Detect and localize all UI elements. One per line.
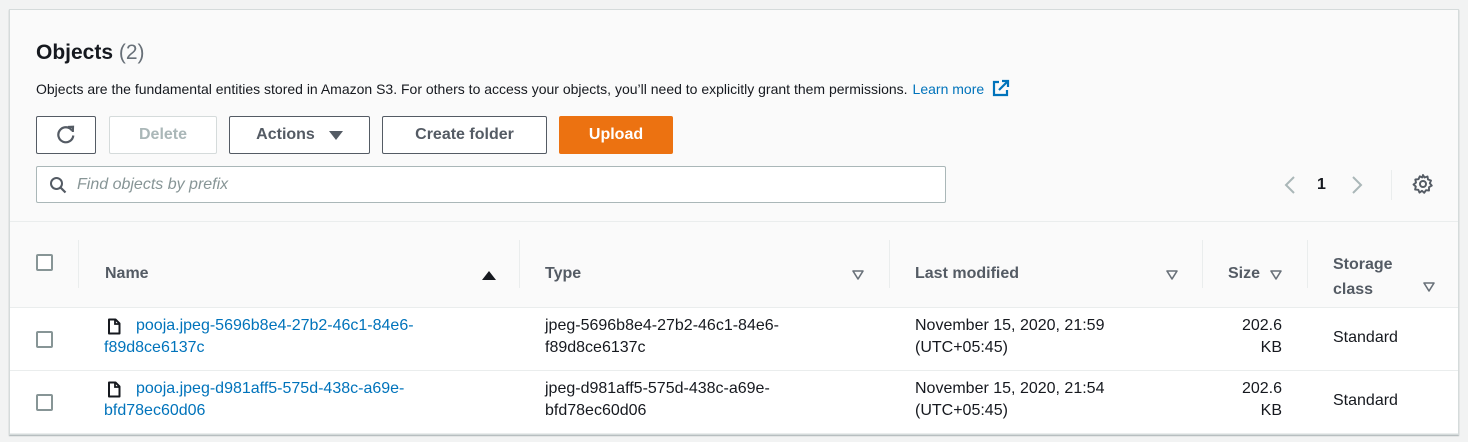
page-title: Objects (2) (36, 41, 145, 65)
size-line1: 202.6 (1241, 380, 1282, 397)
column-divider (78, 240, 79, 288)
sort-down-icon[interactable] (1270, 270, 1282, 280)
table-row[interactable]: pooja.jpeg-d981aff5-575d-438c-a69e- bfd7… (10, 371, 1458, 434)
table-header: Name Type Last modified Size Storage cla… (10, 222, 1458, 308)
modified-line1: November 15, 2020, 21:59 (915, 317, 1105, 334)
size-line2: KB (1260, 339, 1282, 356)
object-name-line2: f89d8ce6137c (104, 339, 205, 356)
settings-gear-icon[interactable] (1412, 173, 1434, 195)
sort-down-icon[interactable] (1166, 270, 1178, 280)
modified-line1: November 15, 2020, 21:54 (915, 380, 1105, 397)
object-last-modified: November 15, 2020, 21:54 (UTC+05:45) (915, 378, 1104, 422)
create-folder-label: Create folder (415, 126, 514, 143)
object-type: jpeg-5696b8e4-27b2-46c1-84e6- f89d8ce613… (545, 315, 779, 359)
row-checkbox[interactable] (36, 331, 53, 348)
title-text: Objects (36, 41, 114, 64)
pagination: 1 (1283, 174, 1364, 196)
refresh-icon (57, 125, 75, 144)
upload-button[interactable]: Upload (559, 116, 673, 154)
create-folder-button[interactable]: Create folder (382, 116, 547, 154)
column-header-last-modified[interactable]: Last modified (915, 265, 1019, 283)
search-icon (50, 176, 67, 193)
learn-more-link[interactable]: Learn more (913, 81, 985, 97)
description-text: Objects are the fundamental entities sto… (36, 80, 908, 97)
object-name-line1: pooja.jpeg-5696b8e4-27b2-46c1-84e6- (136, 317, 414, 334)
size-line2: KB (1260, 402, 1282, 419)
column-header-size[interactable]: Size (1228, 265, 1260, 283)
object-type-line2: bfd78ec60d06 (545, 402, 647, 419)
external-link-icon[interactable] (991, 79, 1010, 98)
column-divider (1202, 240, 1203, 288)
column-header-type[interactable]: Type (545, 265, 581, 283)
object-last-modified: November 15, 2020, 21:59 (UTC+05:45) (915, 315, 1104, 359)
table-row[interactable]: pooja.jpeg-5696b8e4-27b2-46c1-84e6- f89d… (10, 308, 1458, 371)
chevron-left-icon[interactable] (1283, 174, 1297, 196)
object-storage-class: Standard (1333, 329, 1398, 346)
chevron-right-icon[interactable] (1350, 174, 1364, 196)
object-type-line2: f89d8ce6137c (545, 339, 646, 356)
refresh-button[interactable] (36, 116, 96, 154)
object-storage-class: Standard (1333, 392, 1398, 409)
storage-header-line1: Storage (1333, 256, 1393, 273)
storage-header-line2: class (1333, 281, 1374, 298)
row-checkbox[interactable] (36, 394, 53, 411)
column-divider (519, 240, 520, 288)
column-divider (889, 240, 890, 288)
sort-ascending-icon[interactable] (482, 271, 496, 280)
objects-description: Objects are the fundamental entities sto… (36, 79, 1010, 98)
modified-line2: (UTC+05:45) (915, 402, 1008, 419)
objects-header: Objects (2) Objects are the fundamental … (10, 10, 1458, 222)
actions-label: Actions (256, 126, 315, 143)
object-type: jpeg-d981aff5-575d-438c-a69e- bfd78ec60d… (545, 378, 770, 422)
upload-label: Upload (588, 126, 644, 143)
object-size: 202.6 KB (1210, 315, 1282, 359)
actions-dropdown[interactable]: Actions (229, 116, 370, 154)
object-type-line1: jpeg-5696b8e4-27b2-46c1-84e6- (545, 317, 779, 334)
pager-divider (1391, 170, 1392, 200)
objects-panel: Objects (2) Objects are the fundamental … (9, 9, 1459, 435)
object-name-link[interactable]: pooja.jpeg-d981aff5-575d-438c-a69e- bfd7… (104, 378, 524, 422)
object-name-link[interactable]: pooja.jpeg-5696b8e4-27b2-46c1-84e6- f89d… (104, 315, 524, 359)
current-page-number[interactable]: 1 (1317, 176, 1326, 194)
sort-down-icon[interactable] (1423, 282, 1435, 292)
modified-line2: (UTC+05:45) (915, 339, 1008, 356)
column-divider (1307, 240, 1308, 288)
column-header-name[interactable]: Name (105, 265, 149, 283)
object-count: (2) (118, 41, 145, 64)
delete-button[interactable]: Delete (109, 116, 217, 154)
object-name-line2: bfd78ec60d06 (104, 402, 206, 419)
sort-down-icon[interactable] (852, 270, 864, 280)
delete-button-label: Delete (138, 126, 188, 143)
object-name-line1: pooja.jpeg-d981aff5-575d-438c-a69e- (136, 380, 405, 397)
select-all-checkbox[interactable] (36, 254, 53, 271)
size-line1: 202.6 (1241, 317, 1282, 334)
object-size: 202.6 KB (1210, 378, 1282, 422)
object-type-line1: jpeg-d981aff5-575d-438c-a69e- (545, 380, 770, 397)
search-input[interactable] (77, 175, 937, 194)
search-box[interactable] (36, 166, 946, 203)
column-header-storage-class[interactable]: Storage class (1333, 252, 1393, 302)
caret-down-icon (328, 130, 343, 140)
